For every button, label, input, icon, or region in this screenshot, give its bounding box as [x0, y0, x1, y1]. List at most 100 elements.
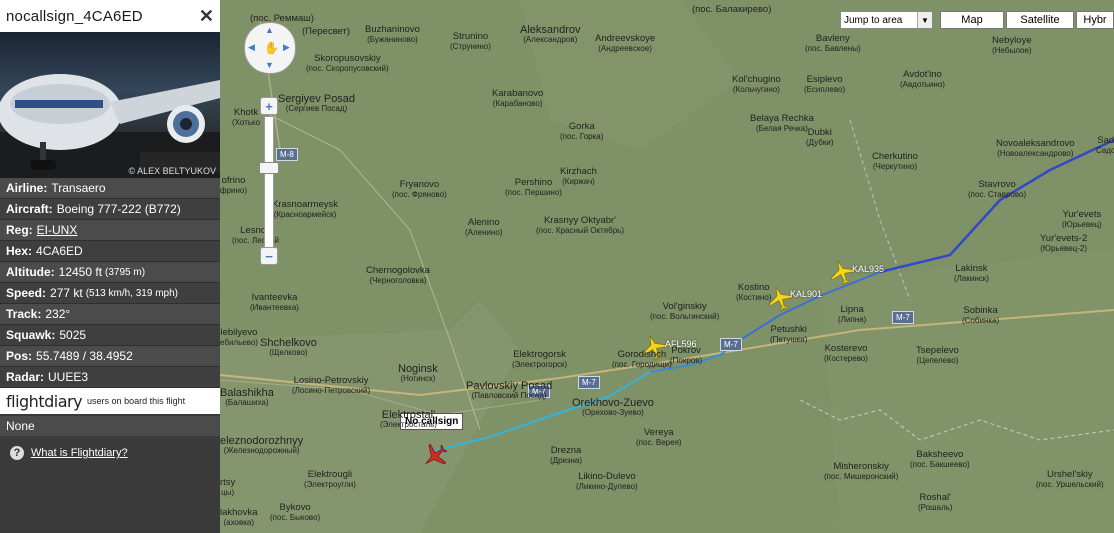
town-name: Misheronskiy: [833, 461, 889, 472]
town-name: Losino-Petrovskiy: [293, 375, 369, 386]
town-name: Yur'evets: [1062, 209, 1102, 220]
town-name-ru: (пос. Скоропусовский): [306, 64, 389, 73]
map-type-button[interactable]: Map: [940, 11, 1004, 29]
pan-up-icon[interactable]: ▲: [265, 25, 274, 35]
town-name: Pershino: [514, 177, 553, 188]
town-name: Sergiyev Posad: [278, 93, 356, 105]
town-name-ru: (Ликино-Дулево): [576, 482, 638, 491]
pan-down-icon[interactable]: ▼: [265, 60, 274, 70]
town-label: Vol'ginskiy (пос. Вольгинский): [650, 302, 719, 322]
town-name-ru: (Дрезна): [550, 456, 583, 465]
what-is-flightdiary-link[interactable]: What is Flightdiary?: [31, 447, 128, 459]
town-label: Misheronskiy (пос. Мишеронский): [824, 462, 898, 482]
satellite-type-button[interactable]: Satellite: [1006, 11, 1074, 29]
squawk-row: Squawk: 5025: [0, 325, 220, 346]
town-name-ru: (Новоалександрово): [997, 149, 1074, 158]
town-label: Kol'chugino (Кольчугино): [732, 75, 781, 95]
town-name-ru: (Рошаль): [918, 503, 953, 512]
hybrid-type-button[interactable]: Hybr: [1076, 11, 1114, 29]
town-label: Losino-Petrovskiy (Лосино-Петровский): [292, 376, 370, 396]
town-name: Vereya: [644, 427, 674, 438]
town-label: Aleksandrov (Александров): [520, 25, 581, 45]
town-name-ru: (Андреевское): [598, 44, 652, 53]
town-label: Lakinsk (Лакинск): [954, 264, 989, 284]
jump-to-area-select[interactable]: Jump to area ▼: [840, 11, 933, 29]
town-label: (Пересвет): [302, 27, 350, 37]
town-name: Buzhaninovo: [365, 24, 420, 35]
speed-row: Speed: 277 kt (513 km/h, 319 mph): [0, 283, 220, 304]
town-label: Skoropusovskiy (пос. Скоропусовский): [306, 54, 389, 74]
flightdiary-bar: flightdiary users on board this flight: [0, 388, 220, 414]
town-name-ru: (Юрьевец): [1062, 220, 1102, 229]
plane-label-kal935[interactable]: KAL935: [852, 264, 884, 274]
town-name-ru: (Александров): [523, 35, 578, 44]
town-name-ru: (Орехово-Зуево): [582, 408, 644, 417]
reg-link[interactable]: EI-UNX: [37, 223, 78, 237]
town-name-ru: (Карабаново): [492, 99, 543, 108]
town-name: Ivanteevka: [251, 292, 298, 303]
town-label: Sergiyev Posad (Сергиев Посад): [278, 94, 355, 114]
town-label: Vereya (пос. Верея): [636, 428, 682, 448]
photo-credit: © ALEX BELTYUKOV: [128, 166, 217, 176]
town-name-ru: (Струнино): [450, 42, 491, 51]
town-name: Tsepelevo: [916, 345, 959, 356]
close-icon[interactable]: ✕: [199, 6, 214, 27]
flightdiary-logo: flightdiary: [6, 391, 83, 411]
town-name-ru: (пос. Ставрово): [968, 190, 1027, 199]
town-label: Likino-Dulevo (Ликино-Дулево): [576, 472, 638, 492]
zoom-out-button[interactable]: −: [260, 247, 278, 265]
plane-label-kal901[interactable]: KAL901: [790, 289, 822, 299]
zoom-slider-track[interactable]: [264, 116, 274, 253]
town-name-ru: (пос. Вольгинский): [650, 312, 720, 321]
pan-right-icon[interactable]: ▶: [283, 42, 290, 53]
pan-control[interactable]: ▲ ▼ ◀ ▶ ✋: [244, 22, 296, 74]
town-label: Bavleny (пос. Бавлены): [805, 34, 861, 54]
town-label: Nebyloye (Небылое): [992, 36, 1032, 56]
track-label: Track:: [6, 307, 42, 321]
town-label: Urshel'skiy (пос. Уршельский): [1036, 470, 1104, 490]
town-label: Khotk (Хотько: [232, 108, 260, 128]
town-name-ru: (пос. Бавлены): [805, 44, 861, 53]
town-label: Elektrostal' (Электросталь): [380, 410, 437, 430]
town-label: Ivanteevka (Ивантеевка): [250, 293, 299, 313]
town-label: (пос. Балакирево): [692, 5, 771, 15]
zoom-in-button[interactable]: +: [260, 97, 278, 115]
town-label: lakhovka (аховка): [220, 508, 258, 528]
town-name-ru: (Ивантеевка): [250, 303, 299, 312]
town-label: Shchelkovo (Щелково): [260, 338, 317, 358]
pos-value: 55.7489 / 38.4952: [36, 349, 133, 363]
town-name-ru: фрино): [220, 186, 248, 195]
highway-marker: M-7: [892, 311, 914, 324]
town-label: eleznodorozhnyy (Железнодорожный): [220, 436, 303, 456]
pan-left-icon[interactable]: ◀: [248, 42, 255, 53]
town-name: Avdot'ino: [903, 69, 942, 80]
town-name: Novoaleksandrovo: [996, 138, 1075, 149]
hand-icon[interactable]: ✋: [264, 41, 279, 55]
town-name-ru: (Небылое): [992, 46, 1032, 55]
town-label: Kostino (Костино): [736, 283, 771, 303]
town-name-ru: (Лакинск): [954, 274, 989, 283]
town-label: Kirzhach (Киржач): [560, 167, 597, 187]
town-name-ru: (Павловский Посад): [471, 391, 547, 400]
squawk-value: 5025: [59, 328, 87, 342]
speed-value: 277 kt: [50, 286, 83, 300]
town-label: Drezna (Дрезна): [550, 446, 582, 466]
town-name: Lipna: [840, 304, 864, 315]
zoom-slider-handle[interactable]: [259, 162, 279, 174]
town-name-ru: (Сергиев Посад): [285, 104, 348, 113]
town-label: Baksheevo (пос. Бакшеево): [910, 450, 970, 470]
town-name-ru: (аховка): [223, 518, 254, 527]
flightdiary-users: None: [0, 416, 220, 436]
town-name: Krasnoarmeysk: [272, 199, 338, 210]
aircraft-value: Boeing 777-222 (B772): [56, 202, 181, 216]
town-name-ru: (Балашиха): [225, 398, 269, 407]
map-area[interactable]: No callsign KAL935 KAL901 AFL596 M-8 M-7…: [220, 0, 1114, 533]
town-name: Aleksandrov: [520, 24, 581, 36]
pos-row: Pos: 55.7489 / 38.4952: [0, 346, 220, 367]
town-label: Elektrogorsk (Электрогорск): [512, 350, 567, 370]
reg-row: Reg: EI-UNX: [0, 220, 220, 241]
pos-label: Pos:: [6, 349, 33, 363]
speed-label: Speed:: [6, 286, 47, 300]
altitude-metric: (3795 m): [105, 266, 146, 278]
town-label: Bykovo (пос. Быково): [270, 503, 320, 523]
